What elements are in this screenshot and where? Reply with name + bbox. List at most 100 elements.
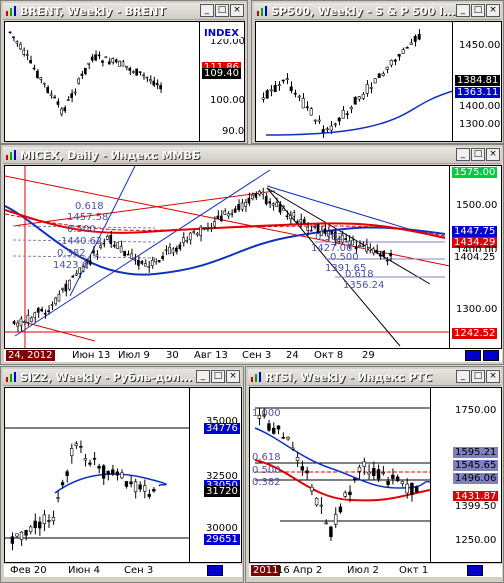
chart-icon [251,372,261,382]
close-button[interactable]: × [230,4,244,17]
candle-body [79,446,83,448]
close-button[interactable]: × [486,370,500,383]
candle-body [278,204,282,213]
sp500-plot-area[interactable]: 1450.00 1384.81 1363.11 1400.00 1300.00 [255,21,502,142]
fib-label: 1356.24 [343,280,385,291]
candle-body [92,250,95,254]
candle-body [90,56,94,61]
candle-body [131,71,135,73]
candle-body [50,304,54,306]
candle-body [24,530,28,536]
brent-plot-area[interactable]: 120.00 INDEX 111.86 109.40 100.00 90.00 [4,21,245,142]
candle-body [147,266,151,268]
candle-body [56,101,60,105]
candle-body [271,203,275,206]
candle-body [373,78,377,84]
candle-body [121,61,125,67]
candle-body [271,427,276,434]
candle-body [97,54,101,57]
candle-body [395,476,400,482]
axis-label: 1500.00 [456,200,498,211]
micex-title-bar[interactable]: MICEX, Daily - Индекс ММВБ _ □ × [3,147,501,164]
candle-body [143,485,147,492]
candle-body [74,273,78,276]
minimize-button[interactable]: _ [200,4,214,17]
candle-body [137,259,140,266]
maximize-button[interactable]: □ [471,148,485,161]
candle-body [354,245,358,250]
candle-body [357,96,361,100]
minimize-button[interactable]: _ [456,4,470,17]
candle-body [319,504,324,507]
candle-body [94,54,97,61]
close-button[interactable]: × [226,370,240,383]
candle-body [289,86,293,92]
candle-body [325,128,329,131]
rtsi-chart-window[interactable]: RTSI, Weekly - Индекс РТС _ □ × 1.000 0.… [245,366,504,583]
candle-body [49,93,53,96]
scroll-right-button[interactable] [207,565,223,576]
maximize-button[interactable]: □ [471,370,485,383]
maximize-button[interactable]: □ [471,4,485,17]
candle-body [145,76,149,79]
candle-body [70,93,73,98]
candle-body [309,229,313,232]
candle-body [269,89,273,92]
candle-body [64,283,68,292]
candle-body [206,226,209,229]
candle-body [381,472,386,474]
candle-body [401,49,405,54]
window-title: SIZ2, Weekly - Рубль-дол... [20,371,193,384]
candle-body [226,213,230,217]
brent-price-axis: 120.00 INDEX 111.86 109.40 100.00 90.00 [199,22,244,141]
close-button[interactable]: × [486,4,500,17]
date-label: Июн 4 [68,565,100,576]
candle-body [130,253,133,259]
candle-body [293,92,297,95]
date-label: Фев 20 [10,565,47,576]
scroll-left-button[interactable] [465,350,481,361]
candle-body [240,202,244,210]
date-label: Окт 1 [399,565,429,576]
minimize-button[interactable]: _ [456,148,470,161]
sp500-chart-window[interactable]: SP500, Weekly - S & P 500 I... _ □ × 145… [251,0,504,144]
candle-body [152,488,156,492]
candle-body [372,468,376,476]
maximize-button[interactable]: □ [211,370,225,383]
minimize-button[interactable]: _ [196,370,210,383]
scroll-right-button[interactable] [467,565,483,576]
si-chart-window[interactable]: SIZ2, Weekly - Рубль-дол... _ □ × 35000 … [0,366,244,583]
scroll-right-button[interactable] [483,350,499,361]
candle-body [111,469,115,475]
candle-body [281,436,285,439]
brent-title-bar[interactable]: BRENT, Weekly - BRENT _ □ × [3,3,245,20]
candle-body [47,310,50,312]
candle-body [129,481,133,485]
candle-body [237,204,240,211]
candle-body [56,497,60,499]
candle-body [155,82,159,86]
sp500-title-bar[interactable]: SP500, Weekly - S & P 500 I... _ □ × [254,3,501,20]
candle-body [386,480,390,485]
candle-body [114,59,118,63]
micex-plot-area[interactable]: 0.618 1457.58 0.500 1440.62 0.382 1423.6… [4,165,502,349]
si-plot-area[interactable]: 35000 34776 32500 33050 31720 30000 2965… [4,387,242,563]
close-button[interactable]: × [486,148,500,161]
rtsi-plot-area[interactable]: 1.000 0.618 0.500 0.382 1750.00 1595.21 … [249,387,502,563]
micex-chart-window[interactable]: MICEX, Daily - Индекс ММВБ _ □ × 0.618 1… [0,144,504,365]
candle-body [74,443,78,446]
candle-body [317,119,321,122]
candle-body [12,321,16,324]
candle-body [348,491,352,496]
brent-chart-window[interactable]: BRENT, Weekly - BRENT _ □ × 120.00 INDEX… [0,0,248,144]
candle-body [128,67,132,71]
si-title-bar[interactable]: SIZ2, Weekly - Рубль-дол... _ □ × [3,369,241,386]
price-tag: 1363.11 [455,87,501,98]
minimize-button[interactable]: _ [456,370,470,383]
maximize-button[interactable]: □ [215,4,229,17]
candle-body [83,457,88,461]
rtsi-title-bar[interactable]: RTSI, Weekly - Индекс РТС _ □ × [248,369,501,386]
candle-body [133,258,137,261]
candle-body [368,247,372,251]
candle-body [104,56,108,59]
